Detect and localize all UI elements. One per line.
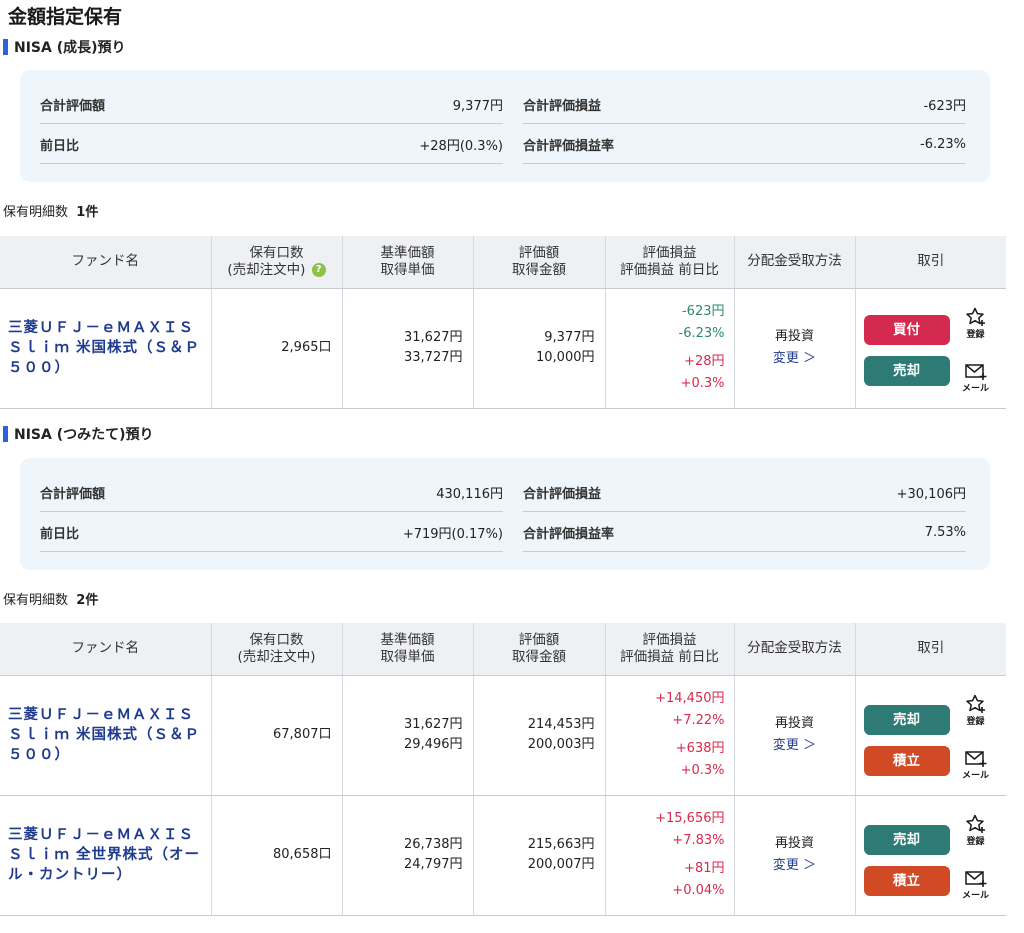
table-row: 三菱ＵＦＪ－ｅＭＡＸＩＳ Ｓｌｉｍ 米国株式（Ｓ＆Ｐ５００） 2,965口 31… bbox=[0, 288, 1006, 409]
holdings-table: ファンド名 保有口数 (売却注文中) ? 基準価額 取得単価 評価額 取得金額 評価損… bbox=[0, 236, 1006, 409]
col-trade: 取引 bbox=[855, 623, 1006, 676]
mail-plus-icon bbox=[964, 363, 986, 380]
section-header-nisa-tsumitate: NISA (つみたて)預り bbox=[3, 424, 154, 444]
section-accent-bar bbox=[3, 39, 8, 55]
nav-cell: 26,738円 24,797円 bbox=[342, 795, 474, 916]
col-value: 評価額 取得金額 bbox=[473, 623, 606, 676]
table-header-row: ファンド名 保有口数 (売却注文中) ? 基準価額 取得単価 評価額 取得金額 評価損… bbox=[0, 236, 1006, 289]
register-favorite-button[interactable]: 登録 bbox=[960, 307, 992, 340]
summary-pl-rate: 合計評価損益率 -6.23% bbox=[523, 126, 966, 164]
help-icon[interactable]: ? bbox=[311, 262, 326, 277]
sell-button[interactable]: 売却 bbox=[863, 355, 950, 386]
star-plus-icon bbox=[965, 307, 985, 326]
trade-cell: 買付 売却 登録 メール bbox=[855, 288, 1006, 409]
tsumitate-button[interactable]: 積立 bbox=[863, 745, 950, 776]
mail-register-button[interactable]: メール bbox=[960, 361, 992, 394]
col-units: 保有口数 (売却注文中) ? bbox=[211, 236, 343, 289]
fund-name-link[interactable]: 三菱ＵＦＪ－ｅＭＡＸＩＳ Ｓｌｉｍ 米国株式（Ｓ＆Ｐ５００） bbox=[0, 705, 211, 765]
col-nav: 基準価額 取得単価 bbox=[342, 623, 474, 676]
register-favorite-button[interactable]: 登録 bbox=[960, 814, 992, 847]
star-plus-icon bbox=[965, 814, 985, 833]
holdings-table: ファンド名 保有口数 (売却注文中) 基準価額 取得単価 評価額 取得金額 評価損益評… bbox=[0, 623, 1006, 916]
pl-cell: +15,656円 +7.83% +81円 +0.04% bbox=[605, 795, 735, 916]
col-fund-name: ファンド名 bbox=[0, 236, 212, 289]
col-dist: 分配金受取方法 bbox=[734, 236, 856, 289]
holding-count: 保有明細数 1件 bbox=[3, 205, 99, 220]
nav-cell: 31,627円 29,496円 bbox=[342, 675, 474, 796]
change-link[interactable]: 変更 ＞ bbox=[735, 348, 855, 370]
section-accent-bar bbox=[3, 426, 8, 442]
buy-button[interactable]: 買付 bbox=[863, 314, 950, 345]
dist-cell: 再投資 変更 ＞ bbox=[734, 795, 856, 916]
nav-cell: 31,627円 33,727円 bbox=[342, 288, 474, 409]
value-cell: 9,377円 10,000円 bbox=[473, 288, 606, 409]
col-fund-name: ファンド名 bbox=[0, 623, 212, 676]
table-row: 三菱ＵＦＪ－ｅＭＡＸＩＳ Ｓｌｉｍ 全世界株式（オール・カントリー） 80,65… bbox=[0, 795, 1006, 916]
col-trade: 取引 bbox=[855, 236, 1006, 289]
mail-register-button[interactable]: メール bbox=[960, 868, 992, 901]
trade-cell: 売却 積立 登録 メール bbox=[855, 795, 1006, 916]
sell-button[interactable]: 売却 bbox=[863, 824, 950, 855]
table-row: 三菱ＵＦＪ－ｅＭＡＸＩＳ Ｓｌｉｍ 米国株式（Ｓ＆Ｐ５００） 67,807口 3… bbox=[0, 675, 1006, 796]
change-link[interactable]: 変更 ＞ bbox=[735, 855, 855, 877]
summary-box-nisa-growth: 合計評価額 9,377円 合計評価損益 -623円 前日比 +28円(0.3%)… bbox=[20, 70, 990, 182]
col-units: 保有口数 (売却注文中) bbox=[211, 623, 343, 676]
mail-register-button[interactable]: メール bbox=[960, 748, 992, 781]
units-cell: 67,807口 bbox=[211, 675, 343, 796]
pl-cell: -623円 -6.23% +28円 +0.3% bbox=[605, 288, 735, 409]
table-header-row: ファンド名 保有口数 (売却注文中) 基準価額 取得単価 評価額 取得金額 評価損益評… bbox=[0, 623, 1006, 676]
col-pl: 評価損益 評価損益 前日比 bbox=[605, 236, 735, 289]
section-header-nisa-growth: NISA (成長)預り bbox=[3, 37, 126, 57]
summary-total-value: 合計評価額 9,377円 bbox=[40, 86, 503, 124]
summary-day-change: 前日比 +28円(0.3%) bbox=[40, 126, 503, 164]
col-nav: 基準価額 取得単価 bbox=[342, 236, 474, 289]
col-value: 評価額 取得金額 bbox=[473, 236, 606, 289]
units-cell: 80,658口 bbox=[211, 795, 343, 916]
tsumitate-button[interactable]: 積立 bbox=[863, 865, 950, 896]
register-favorite-button[interactable]: 登録 bbox=[960, 694, 992, 727]
pl-cell: +14,450円 +7.22% +638円 +0.3% bbox=[605, 675, 735, 796]
fund-name-link[interactable]: 三菱ＵＦＪ－ｅＭＡＸＩＳ Ｓｌｉｍ 全世界株式（オール・カントリー） bbox=[0, 825, 211, 885]
mail-plus-icon bbox=[964, 870, 986, 887]
section-title: NISA (成長)預り bbox=[14, 40, 126, 56]
col-pl: 評価損益 評価損益 前日比 bbox=[605, 623, 735, 676]
star-plus-icon bbox=[965, 694, 985, 713]
col-dist: 分配金受取方法 bbox=[734, 623, 856, 676]
change-link[interactable]: 変更 ＞ bbox=[735, 735, 855, 757]
fund-name-link[interactable]: 三菱ＵＦＪ－ｅＭＡＸＩＳ Ｓｌｉｍ 米国株式（Ｓ＆Ｐ５００） bbox=[0, 318, 211, 378]
dist-cell: 再投資 変更 ＞ bbox=[734, 288, 856, 409]
summary-pl: 合計評価損益 -623円 bbox=[523, 86, 966, 124]
value-cell: 214,453円 200,003円 bbox=[473, 675, 606, 796]
trade-cell: 売却 積立 登録 メール bbox=[855, 675, 1006, 796]
page-title: 金額指定保有 bbox=[8, 6, 123, 28]
summary-pl-rate: 合計評価損益率 7.53% bbox=[523, 514, 966, 552]
summary-total-value: 合計評価額 430,116円 bbox=[40, 474, 503, 512]
value-cell: 215,663円 200,007円 bbox=[473, 795, 606, 916]
sell-button[interactable]: 売却 bbox=[863, 704, 950, 735]
summary-day-change: 前日比 +719円(0.17%) bbox=[40, 514, 503, 552]
summary-box-nisa-tsumitate: 合計評価額 430,116円 合計評価損益 +30,106円 前日比 +719円… bbox=[20, 458, 990, 570]
holding-count: 保有明細数 2件 bbox=[3, 593, 99, 608]
summary-pl: 合計評価損益 +30,106円 bbox=[523, 474, 966, 512]
dist-cell: 再投資 変更 ＞ bbox=[734, 675, 856, 796]
mail-plus-icon bbox=[964, 750, 986, 767]
section-title: NISA (つみたて)預り bbox=[14, 427, 154, 443]
units-cell: 2,965口 bbox=[211, 288, 343, 409]
